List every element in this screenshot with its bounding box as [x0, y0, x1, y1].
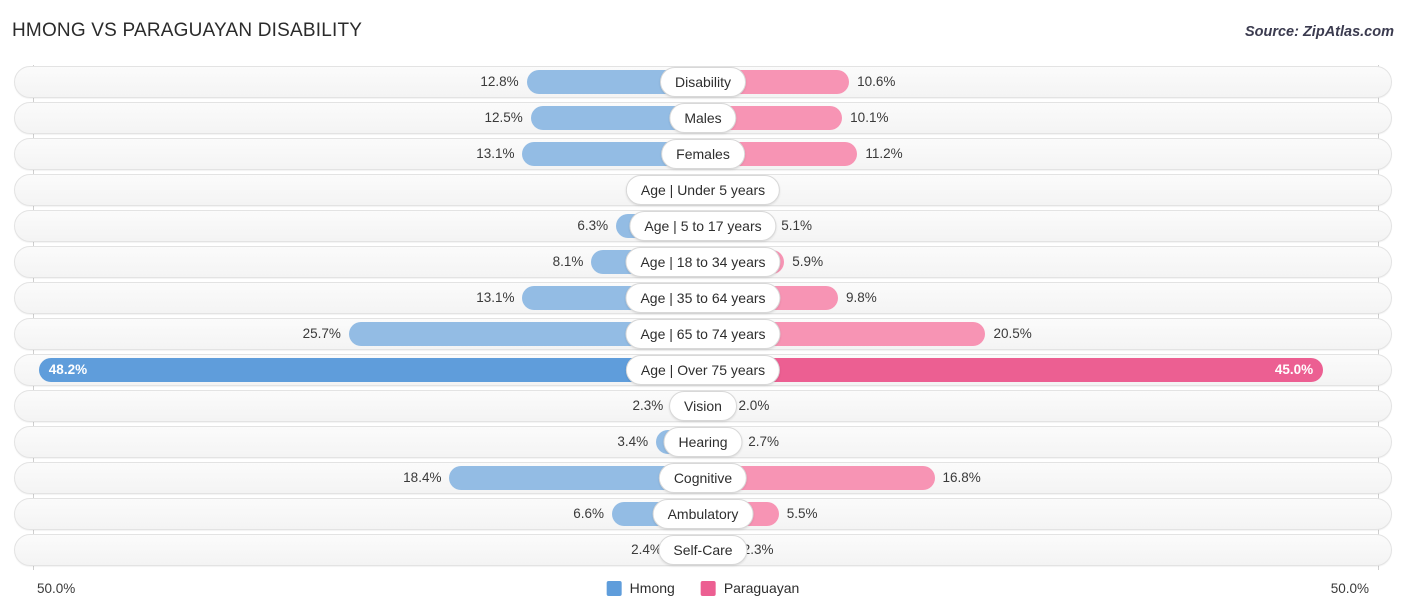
chart-row: 18.4% 16.8% Cognitive	[14, 462, 1392, 494]
row-category-label[interactable]: Cognitive	[658, 463, 748, 493]
legend-item[interactable]: Paraguayan	[700, 580, 800, 596]
source-attribution: Source: ZipAtlas.com	[1244, 24, 1394, 40]
bar-value-right: 5.1%	[781, 218, 813, 233]
bar-value-right: 9.8%	[846, 290, 877, 305]
bar-left-hmong[interactable]	[38, 358, 703, 382]
row-category-label[interactable]: Age | 5 to 17 years	[629, 211, 777, 241]
chart-row: 6.6% 5.5% Ambulatory	[14, 498, 1392, 530]
legend-label: Paraguayan	[723, 580, 800, 596]
legend-swatch-icon	[700, 580, 716, 596]
chart-row: 48.2% 45.0% Age | Over 75 years	[14, 354, 1392, 386]
row-category-label[interactable]: Ambulatory	[652, 499, 754, 529]
bar-right-paraguayan[interactable]	[703, 358, 1324, 382]
bar-value-right: 45.0%	[1274, 362, 1314, 377]
row-category-label[interactable]: Age | 18 to 34 years	[625, 247, 781, 277]
chart-footer: 50.0% 50.0% Hmong Paraguayan	[0, 574, 1406, 612]
row-category-label[interactable]: Age | 65 to 74 years	[625, 319, 781, 349]
chart-row: 1.1%2.0%Age | Under 5 years	[14, 174, 1392, 206]
bar-value-left: 12.8%	[480, 74, 519, 89]
chart-row: 25.7% 20.5% Age | 65 to 74 years	[14, 318, 1392, 350]
bar-value-left: 13.1%	[476, 290, 515, 305]
row-category-label[interactable]: Self-Care	[658, 535, 748, 565]
bar-value-left: 3.4%	[617, 434, 649, 449]
axis-tick-left-max: 50.0%	[37, 581, 76, 596]
chart-row: 13.1% 9.8% Age | 35 to 64 years	[14, 282, 1392, 314]
row-category-label[interactable]: Age | 35 to 64 years	[625, 283, 781, 313]
row-category-label[interactable]: Age | Over 75 years	[625, 355, 781, 385]
bar-value-left: 48.2%	[48, 362, 88, 377]
chart-legend: Hmong Paraguayan	[606, 580, 800, 596]
legend-swatch-icon	[606, 580, 622, 596]
row-category-label[interactable]: Males	[669, 103, 737, 133]
bar-value-left: 6.6%	[573, 506, 605, 521]
bar-value-left: 13.1%	[476, 146, 515, 161]
page-title: HMONG VS PARAGUAYAN DISABILITY	[12, 20, 363, 41]
chart-row: 3.4% 2.7% Hearing	[14, 426, 1392, 458]
chart-row: 2.4% 2.3% Self-Care	[14, 534, 1392, 566]
bar-value-left: 8.1%	[552, 254, 584, 269]
chart-row: 13.1% 11.2% Females	[14, 138, 1392, 170]
bar-value-right: 2.0%	[738, 398, 770, 413]
bar-value-left: 18.4%	[403, 470, 442, 485]
bar-value-left: 6.3%	[577, 218, 609, 233]
bar-value-right: 5.9%	[792, 254, 824, 269]
bar-value-right: 2.7%	[748, 434, 779, 449]
bar-value-right: 10.6%	[857, 74, 896, 89]
chart-page: HMONG VS PARAGUAYAN DISABILITY Source: Z…	[0, 0, 1406, 612]
chart-header: HMONG VS PARAGUAYAN DISABILITY Source: Z…	[0, 0, 1406, 62]
row-category-label[interactable]: Vision	[669, 391, 737, 421]
chart-row: 12.8% 10.6% Disability	[14, 66, 1392, 98]
bar-value-left: 2.4%	[631, 542, 662, 557]
bar-value-left: 25.7%	[302, 326, 341, 341]
bar-value-left: 2.3%	[632, 398, 664, 413]
row-category-label[interactable]: Hearing	[663, 427, 743, 457]
chart-row: 6.3% 5.1% Age | 5 to 17 years	[14, 210, 1392, 242]
chart-row: 12.5% 10.1% Males	[14, 102, 1392, 134]
bar-value-right: 16.8%	[942, 470, 981, 485]
row-category-label[interactable]: Females	[661, 139, 745, 169]
bar-value-left: 12.5%	[484, 110, 523, 125]
axis-tick-right-max: 50.0%	[1330, 581, 1369, 596]
bar-value-right: 20.5%	[993, 326, 1032, 341]
chart-row: 8.1% 5.9% Age | 18 to 34 years	[14, 246, 1392, 278]
chart-row: 2.3% 2.0% Vision	[14, 390, 1392, 422]
legend-label: Hmong	[629, 580, 675, 596]
bar-value-right: 5.5%	[786, 506, 818, 521]
bar-value-right: 11.2%	[865, 146, 903, 161]
bar-chart-plot: 12.8% 10.6% Disability 12.5% 10.1% Males 13.1%…	[0, 62, 1406, 574]
bar-value-right: 10.1%	[850, 110, 889, 125]
legend-item[interactable]: Hmong	[606, 580, 675, 596]
row-category-label[interactable]: Age | Under 5 years	[625, 175, 781, 205]
row-category-label[interactable]: Disability	[659, 67, 747, 97]
